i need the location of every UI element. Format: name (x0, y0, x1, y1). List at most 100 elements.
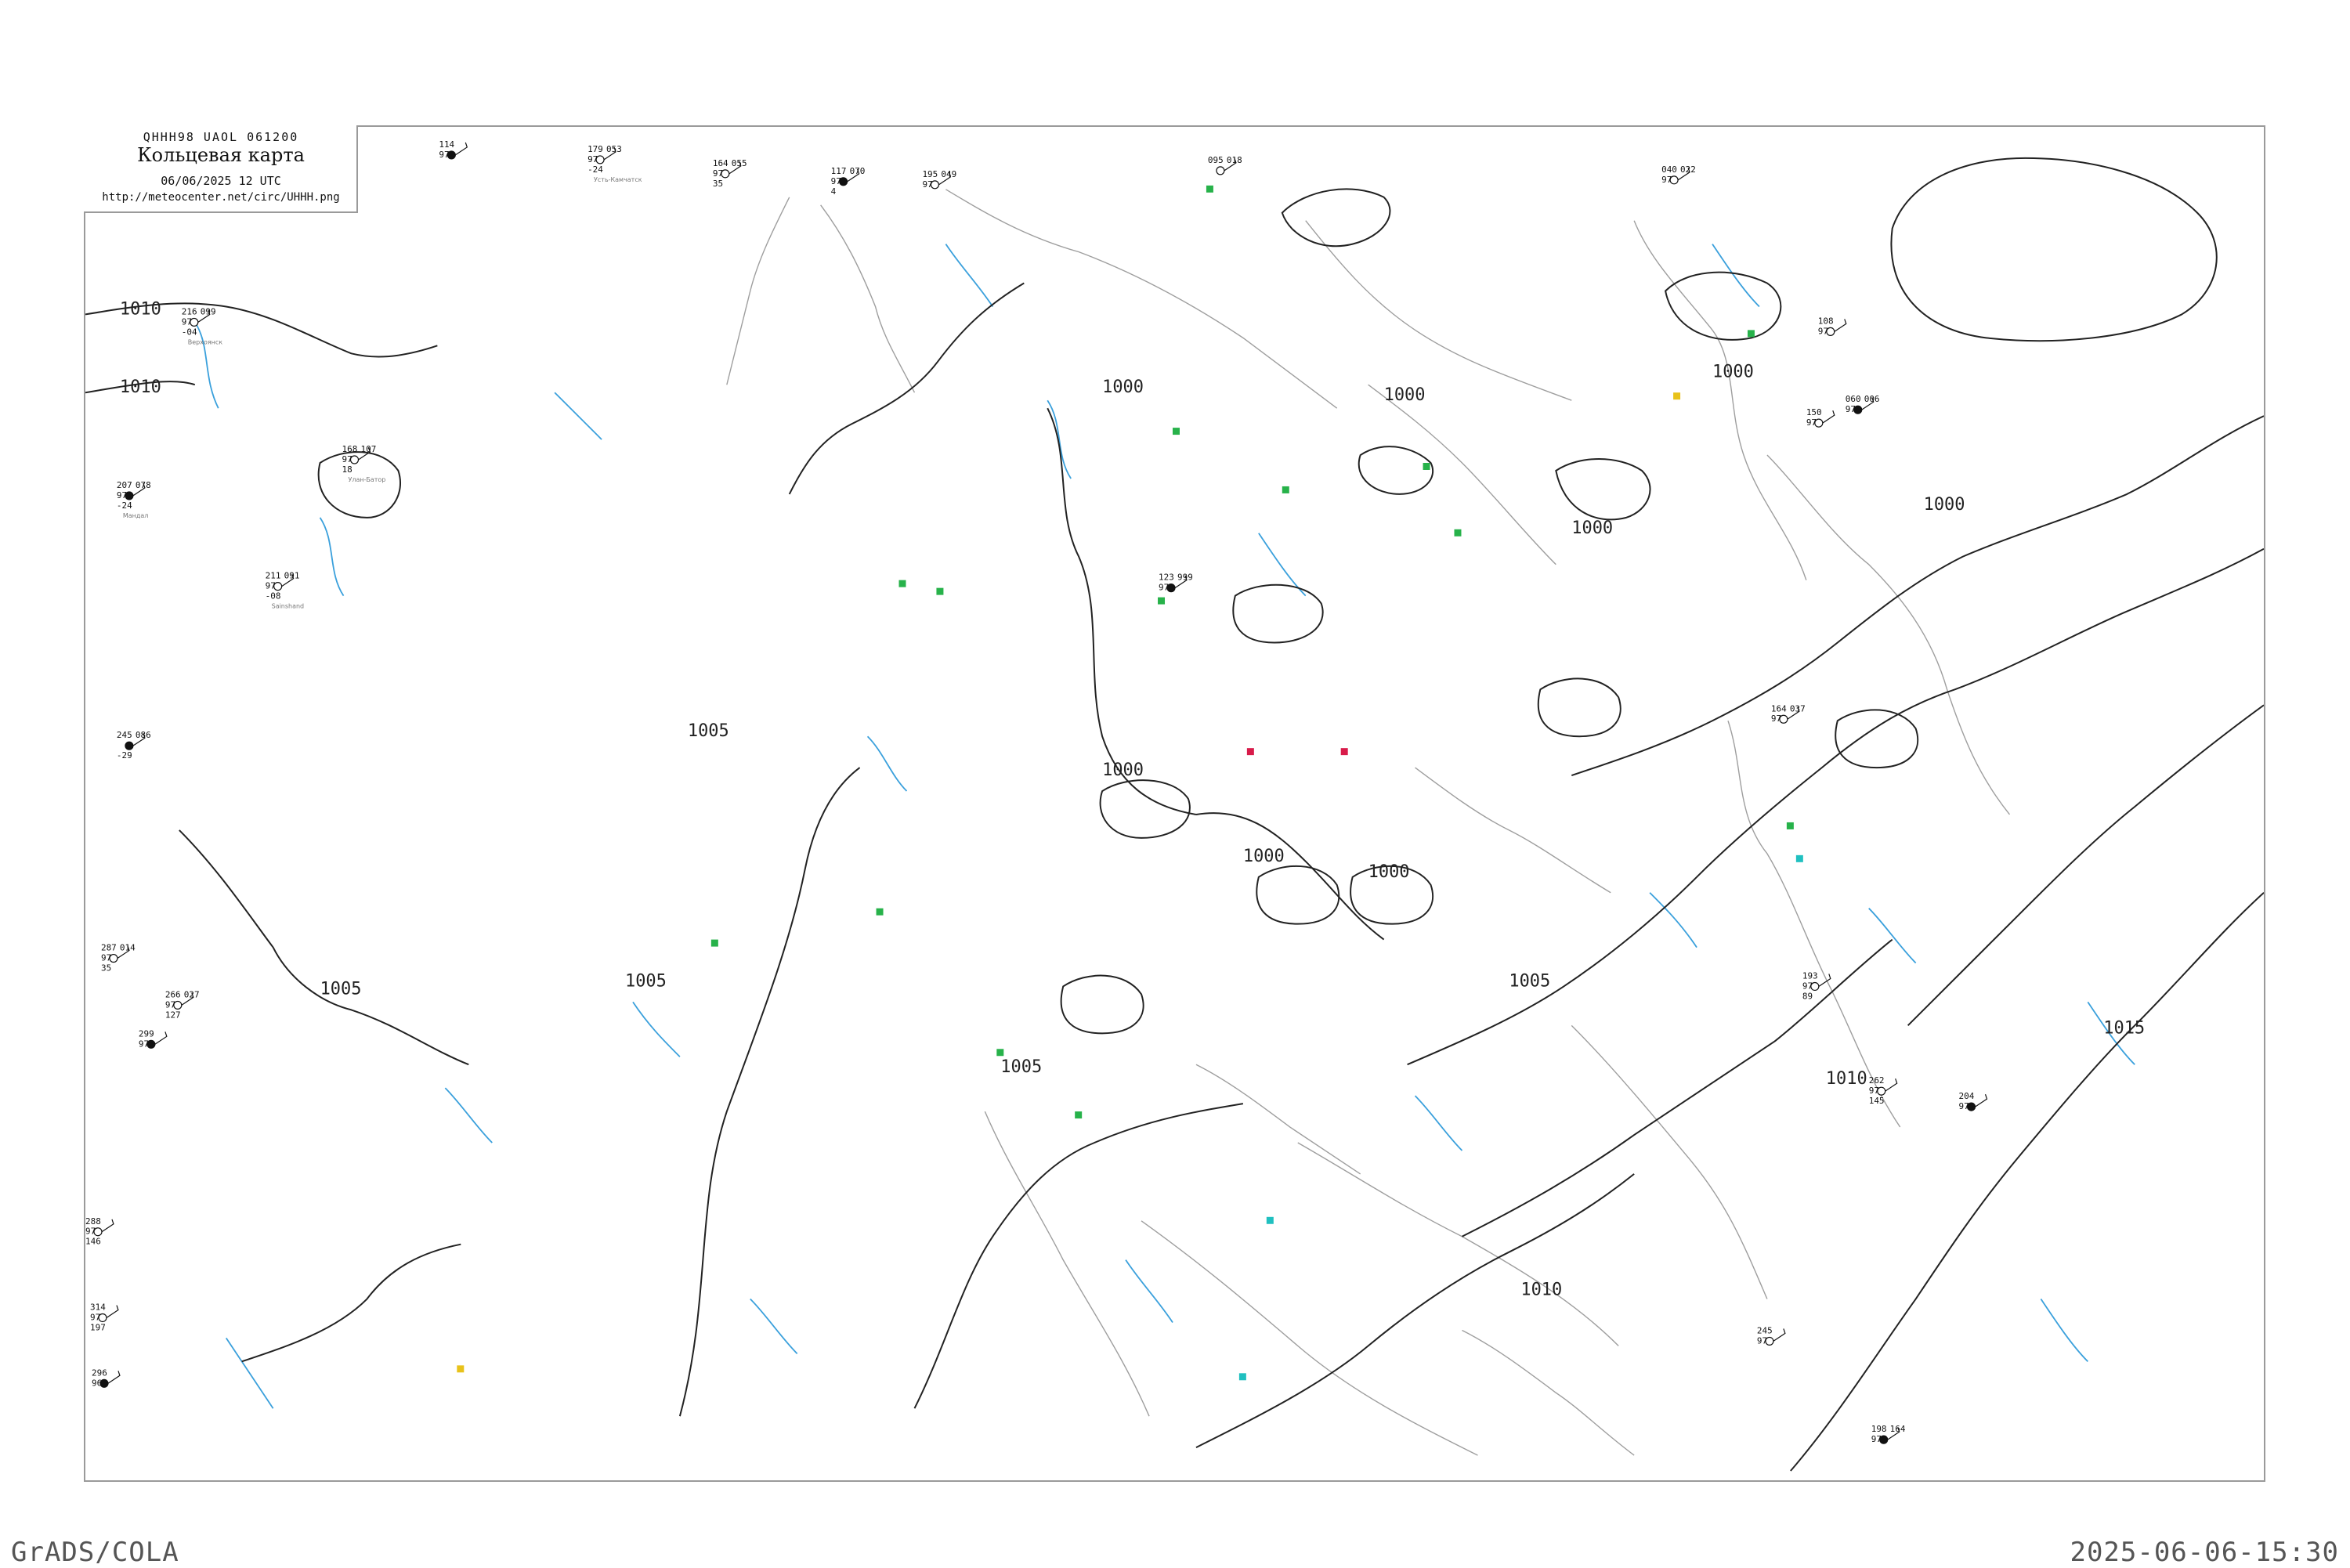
station-plot[interactable]: 19897 164 (1871, 1424, 1906, 1444)
station-bot-value: -29 (117, 750, 132, 761)
station-right-value: 053 (606, 144, 622, 154)
precip-marker (898, 580, 906, 587)
precip-marker (1786, 822, 1794, 829)
station-plot[interactable]: 20497 (1959, 1091, 1988, 1111)
isobar-label: 1000 (1924, 495, 1965, 515)
station-right-value: 049 (941, 169, 956, 179)
station-plot[interactable]: 04097 022 (1661, 164, 1696, 185)
isobar-label: 1010 (1520, 1281, 1562, 1300)
station-plot[interactable]: 17997-24053 Усть-Камчатск (588, 144, 642, 183)
station-name: Sainshand (272, 603, 304, 610)
river-layer (194, 244, 2135, 1409)
station-bot-value: 146 (85, 1237, 101, 1247)
wind-barb-icon (1975, 1093, 1988, 1107)
map-header: QHHH98 UAOL 061200 Кольцевая карта 06/06… (84, 125, 358, 213)
station-plot[interactable]: 1689718 107 Улан-Батор (342, 444, 386, 483)
header-url[interactable]: http://meteocenter.net/circ/UHHH.png (84, 191, 358, 204)
wind-barb-icon (1773, 1328, 1786, 1342)
station-right-value: 107 (360, 444, 376, 454)
station-mid-value: 97 (101, 953, 111, 963)
precip-marker (1340, 748, 1348, 756)
station-top-value: 114 (439, 139, 454, 150)
station-plot[interactable]: 2879735 014 (101, 943, 136, 974)
station-top-value: 266 (165, 989, 181, 999)
isobar-label: 1000 (1102, 378, 1144, 397)
isobar-label: 1000 (1102, 761, 1144, 780)
isobar-label: 1010 (120, 299, 161, 319)
station-plot[interactable]: 20797-24 078 Мандал (117, 480, 151, 519)
precip-marker (1246, 748, 1254, 756)
station-top-value: 245 (1757, 1325, 1773, 1335)
station-top-value: 150 (1806, 407, 1822, 417)
station-top-value: 193 (1802, 970, 1818, 981)
station-plot[interactable]: 15097 (1806, 407, 1835, 428)
station-mid-value: 96 (92, 1378, 102, 1388)
station-mid-value: 97 (266, 581, 276, 591)
station-right-value: 014 (120, 943, 136, 953)
cloud-cover-icon (1216, 166, 1225, 175)
isobar-label: 1000 (1571, 518, 1613, 538)
map-canvas[interactable]: 1010 1010 1000 1000 1000 1000 1000 1000 1000 1000… (85, 127, 2264, 1480)
station-plot[interactable]: 06097 006 (1846, 394, 1880, 414)
station-bot-value: 145 (1869, 1096, 1885, 1106)
station-plot[interactable]: 19597 049 (922, 169, 956, 190)
station-mid-value: 97 (165, 999, 175, 1010)
station-top-value: 164 (1771, 703, 1787, 714)
station-mid-value: 97 (1757, 1335, 1767, 1346)
station-plot[interactable]: 21697-04 099 Верхоянск (182, 306, 222, 345)
precip-marker (936, 587, 944, 595)
station-name: Мандал (123, 512, 148, 519)
cloud-cover-icon (125, 741, 134, 750)
station-top-value: 108 (1818, 316, 1834, 326)
precip-marker (1158, 597, 1166, 605)
station-bot-value: 35 (101, 963, 111, 974)
station-plot[interactable]: 29696 (92, 1367, 121, 1388)
station-top-value: 216 (182, 306, 197, 316)
precip-marker (1173, 428, 1180, 435)
station-right-value: 027 (184, 989, 200, 999)
station-plot[interactable]: 24597 (1757, 1325, 1786, 1346)
isobar-label: 1000 (1368, 862, 1410, 882)
precip-marker (457, 1365, 465, 1373)
station-plot[interactable]: 10897 (1818, 316, 1847, 336)
station-plot[interactable]: 29997 (139, 1028, 168, 1049)
station-plot[interactable]: 26697127 027 (165, 989, 200, 1020)
wind-barb-icon (154, 1031, 168, 1045)
station-plot[interactable]: 16497 037 (1771, 703, 1806, 724)
station-top-value: 198 (1871, 1424, 1887, 1434)
station-plot[interactable]: 1649735 055 (713, 158, 747, 189)
station-plot[interactable]: 095 018 (1208, 155, 1242, 175)
station-plot[interactable]: 12397 999 (1159, 573, 1193, 593)
precip-marker (1795, 854, 1803, 862)
station-top-value: 314 (90, 1302, 106, 1313)
station-top-value: 123 (1159, 573, 1174, 583)
station-plot[interactable]: 26297145 (1869, 1075, 1898, 1106)
station-plot[interactable]: 21197-08091 Sainshand (266, 571, 304, 610)
station-top-value: 299 (139, 1028, 154, 1039)
station-bot-value: 197 (90, 1322, 106, 1332)
station-mid-value: 97 (85, 1227, 96, 1237)
isobar-label-layer: 1010 1010 1000 1000 1000 1000 1000 1000 1000 1000… (120, 299, 2145, 1299)
station-mid-value: 97 (439, 150, 449, 160)
station-top-value: 179 (588, 144, 603, 154)
station-mid-value: 97 (1802, 981, 1813, 991)
wind-barb-icon (107, 1371, 121, 1384)
station-plot[interactable]: 117974 070 (831, 166, 866, 197)
station-plot[interactable]: 245 -29 086 (117, 730, 151, 761)
station-plot[interactable]: 28897146 (85, 1216, 114, 1247)
station-plot[interactable]: 31497197 (90, 1302, 119, 1333)
station-mid-value: 97 (117, 490, 127, 500)
station-plot[interactable]: 11497 (439, 139, 468, 160)
station-bot-value: 35 (713, 179, 723, 189)
isobar-label: 1000 (1712, 362, 1754, 381)
station-mid-value: 97 (1159, 583, 1169, 593)
precip-marker (1075, 1111, 1083, 1119)
station-right-value: 086 (136, 730, 151, 740)
station-right-value: 055 (732, 158, 747, 168)
station-mid-value: 97 (182, 316, 192, 327)
wind-barb-icon (1822, 410, 1835, 424)
station-top-value: 262 (1869, 1075, 1885, 1086)
station-bot-value: 127 (165, 1010, 181, 1020)
isobar-label: 1010 (1826, 1069, 1867, 1089)
station-right-value: 070 (850, 166, 866, 176)
